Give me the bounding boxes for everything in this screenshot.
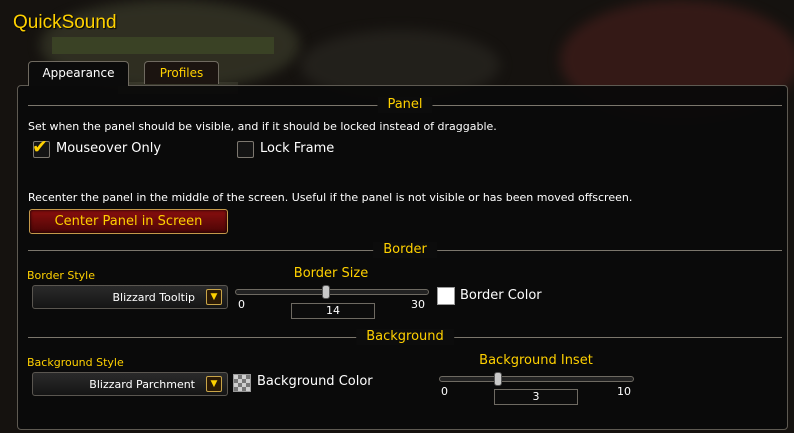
section-title: Border bbox=[373, 242, 437, 258]
section-title: Background bbox=[356, 329, 454, 345]
slider-min: 0 bbox=[441, 385, 448, 398]
background-unit-bar bbox=[52, 37, 274, 54]
slider-min: 0 bbox=[238, 298, 245, 311]
section-title: Panel bbox=[377, 97, 433, 113]
lock-frame-label: Lock Frame bbox=[260, 141, 335, 156]
window-title: QuickSound bbox=[13, 12, 117, 33]
slider-max: 10 bbox=[617, 385, 631, 398]
center-panel-button[interactable]: Center Panel in Screen bbox=[29, 209, 228, 234]
background-style-dropdown[interactable]: Blizzard Parchment ▼ bbox=[32, 372, 228, 396]
dropdown-value: Blizzard Parchment bbox=[89, 378, 195, 391]
checkmark-icon: ✔ bbox=[32, 136, 48, 158]
chevron-down-icon[interactable]: ▼ bbox=[206, 289, 222, 305]
border-color-label: Border Color bbox=[460, 288, 542, 303]
tab-appearance[interactable]: Appearance bbox=[28, 61, 129, 86]
border-style-label: Border Style bbox=[27, 269, 96, 282]
border-size-slider[interactable] bbox=[235, 285, 429, 299]
slider-max: 30 bbox=[411, 298, 425, 311]
border-size-value-box[interactable]: 14 bbox=[291, 303, 375, 319]
lock-frame-checkbox[interactable] bbox=[237, 141, 254, 158]
section-header-border: Border bbox=[28, 242, 782, 258]
mouseover-only-label: Mouseover Only bbox=[56, 141, 162, 156]
mouseover-only-checkbox[interactable]: ✔ bbox=[32, 136, 50, 158]
background-inset-value-box[interactable]: 3 bbox=[494, 389, 578, 405]
dropdown-value: Blizzard Tooltip bbox=[112, 291, 195, 304]
background-color-swatch[interactable] bbox=[233, 374, 251, 392]
background-color-label: Background Color bbox=[257, 374, 373, 389]
slider-thumb[interactable] bbox=[321, 285, 330, 299]
background-inset-label: Background Inset bbox=[479, 353, 593, 368]
recenter-description: Recenter the panel in the middle of the … bbox=[28, 191, 633, 204]
background-inset-slider[interactable] bbox=[439, 372, 634, 386]
tab-profiles[interactable]: Profiles bbox=[144, 61, 219, 84]
panel-visibility-description: Set when the panel should be visible, an… bbox=[28, 120, 497, 133]
border-style-dropdown[interactable]: Blizzard Tooltip ▼ bbox=[32, 285, 228, 309]
border-color-swatch[interactable] bbox=[437, 287, 455, 305]
section-header-panel: Panel bbox=[28, 97, 782, 113]
border-size-label: Border Size bbox=[293, 266, 369, 281]
section-header-background: Background bbox=[28, 329, 782, 345]
background-style-label: Background Style bbox=[27, 356, 124, 369]
chevron-down-icon[interactable]: ▼ bbox=[206, 376, 222, 392]
slider-thumb[interactable] bbox=[493, 372, 502, 386]
